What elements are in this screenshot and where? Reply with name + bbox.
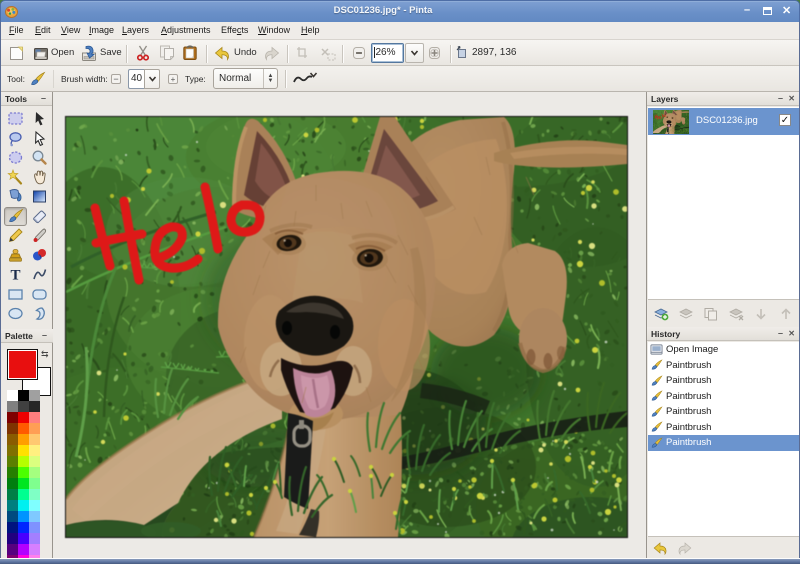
svg-text:T: T: [10, 268, 20, 284]
